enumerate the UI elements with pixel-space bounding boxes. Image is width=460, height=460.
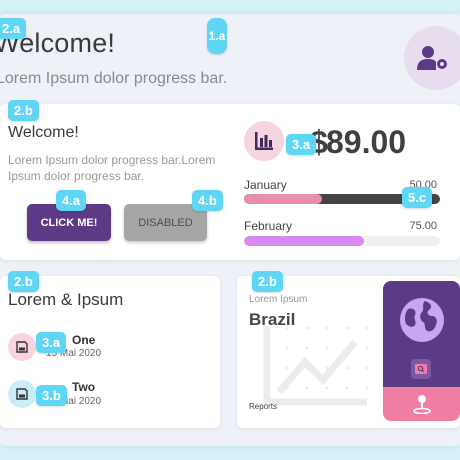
save-icon — [16, 341, 28, 353]
annotation-badge: 4.a — [56, 190, 87, 211]
chart-badge — [244, 121, 284, 161]
bar-value-february: 75.00 — [409, 220, 437, 232]
annotation-badge: 1.a — [207, 18, 227, 54]
card-text: Lorem Ipsum dolor progress bar.Lorem Ips… — [8, 153, 216, 183]
globe-panel[interactable] — [383, 281, 460, 387]
progress-fill-february — [244, 236, 364, 246]
amount-value: 89.00 — [326, 124, 407, 160]
location-title: Brazil — [249, 310, 296, 329]
reports-link[interactable]: Reports — [249, 402, 277, 411]
annotation-badge: 3.a — [286, 134, 317, 155]
card-title: Welcome! — [8, 124, 79, 141]
globe-icon — [400, 298, 444, 342]
search-icon-badge[interactable] — [411, 359, 431, 379]
location-label: Lorem Ipsum — [249, 294, 308, 305]
progress-bar-february — [244, 236, 440, 246]
list-item-title: Two — [72, 380, 96, 394]
annotation-badge: 4.b — [192, 190, 223, 211]
search-icon — [415, 364, 427, 374]
annotation-badge: 2.b — [8, 271, 39, 292]
bar-label-february: February — [244, 219, 293, 233]
user-settings-icon — [417, 46, 447, 70]
annotation-badge: 3.b — [36, 385, 67, 406]
annotation-badge: 2.b — [252, 271, 283, 292]
list-item-title: One — [72, 333, 96, 347]
page-subtitle: Lorem Ipsum dolor progress bar. — [0, 70, 228, 87]
annotation-badge: 2.b — [8, 100, 39, 121]
chart-watermark-icon — [263, 326, 389, 406]
list-item-one-icon-badge — [8, 333, 36, 361]
progress-fill-january — [244, 194, 323, 204]
bar-label-january: January — [244, 178, 287, 192]
location-pin-icon — [412, 395, 431, 414]
annotation-badge: 2.a — [0, 18, 27, 39]
annotation-badge: 5.c — [402, 187, 433, 208]
save-icon — [16, 388, 28, 400]
location-button[interactable] — [383, 387, 460, 421]
list-item-two-icon-badge — [8, 380, 36, 408]
bar-chart-icon — [255, 132, 273, 150]
list-card-title: Lorem & Ipsum — [8, 290, 124, 309]
user-settings-button[interactable] — [404, 26, 460, 90]
annotation-badge: 3.a — [36, 332, 67, 353]
